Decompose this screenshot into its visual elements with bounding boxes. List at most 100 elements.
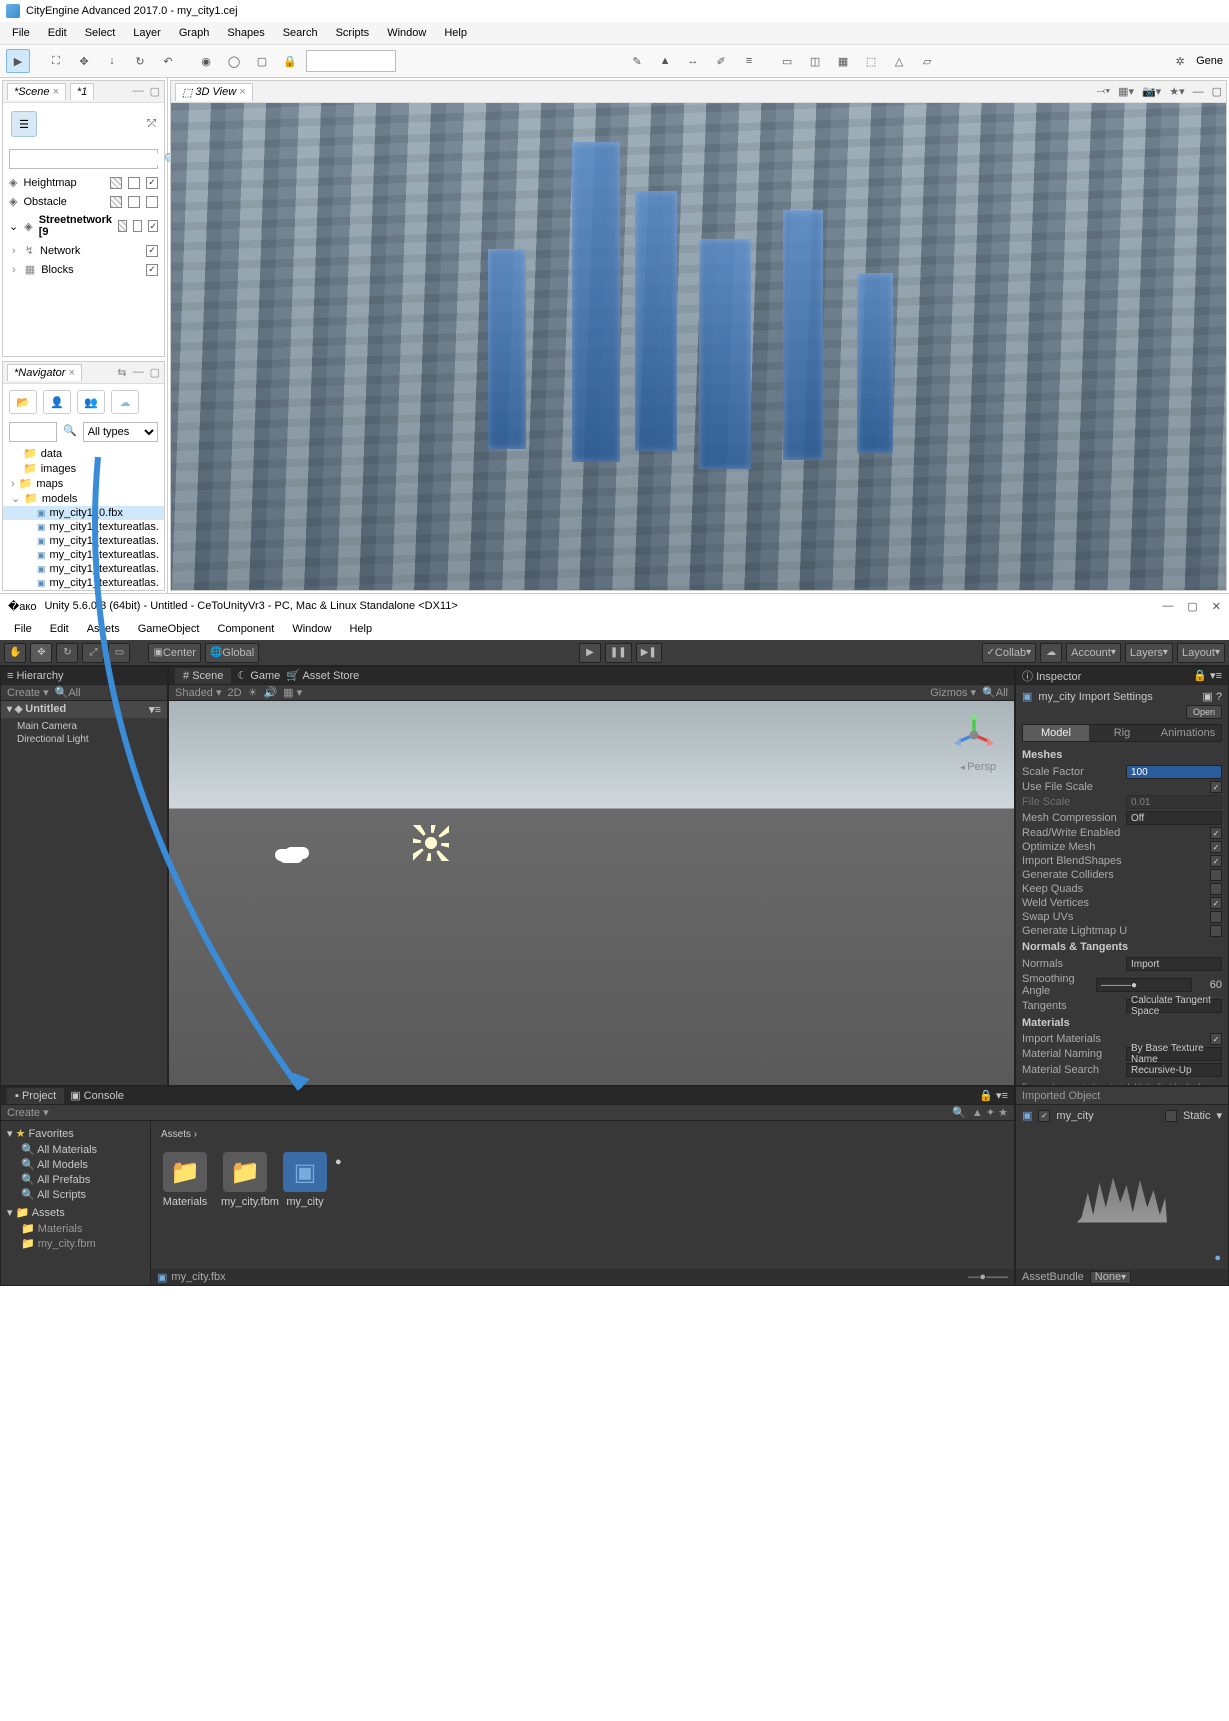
minimize-icon[interactable]: — [1162, 600, 1173, 613]
generate-icon[interactable]: ✲ [1168, 49, 1192, 73]
refresh-icon[interactable]: ● [1214, 1252, 1221, 1264]
cloud-button[interactable]: ☁ [1040, 643, 1062, 663]
gizmos-dropdown[interactable]: Gizmos ▾ [930, 686, 976, 699]
filter-icon[interactable]: ▲ ✦ ★ [972, 1106, 1008, 1119]
assets-breadcrumb[interactable]: Assets › [157, 1127, 1008, 1142]
camera-icon[interactable]: 📷▾ [1142, 85, 1161, 98]
property-checkbox[interactable] [1210, 781, 1222, 793]
nav-item[interactable]: ▣my_city1_textureatlas. [3, 548, 164, 562]
orientation-gizmo[interactable] [952, 713, 996, 757]
min-icon[interactable]: — [133, 85, 144, 98]
menu-component[interactable]: Component [209, 620, 282, 638]
favorite-item[interactable]: 🔍 All Prefabs [1, 1172, 150, 1187]
menu-select[interactable]: Select [77, 24, 124, 42]
star-icon[interactable]: ★▾ [1169, 85, 1184, 98]
asset-item[interactable]: 📁Materials [161, 1152, 209, 1208]
favorite-item[interactable]: 🔍 All Scripts [1, 1187, 150, 1202]
share-icon[interactable]: ⤱ [147, 118, 156, 131]
menu-file[interactable]: File [4, 24, 38, 42]
nav-item[interactable]: ▣my_city1_textureatlas. [3, 576, 164, 590]
property-checkbox[interactable] [1210, 897, 1222, 909]
property-value[interactable]: 100 [1126, 765, 1222, 779]
create-dropdown[interactable]: Create ▾ [7, 686, 49, 699]
lock-icon[interactable]: 🔒 [278, 49, 302, 73]
property-checkbox[interactable] [1210, 827, 1222, 839]
property-value[interactable]: Import [1126, 957, 1222, 971]
shape4-icon[interactable]: ⬚ [859, 49, 883, 73]
layer-checkbox[interactable] [110, 177, 122, 189]
pencil-icon[interactable]: ✎ [625, 49, 649, 73]
menu-help[interactable]: Help [436, 24, 475, 42]
shape1-icon[interactable]: ▭ [775, 49, 799, 73]
object-preview[interactable]: ● [1016, 1126, 1228, 1269]
property-value[interactable]: Recursive-Up [1126, 1063, 1222, 1077]
3d-viewport[interactable] [171, 103, 1226, 590]
property-value[interactable]: 0.01 [1126, 795, 1222, 809]
close-icon[interactable]: ✕ [1212, 600, 1221, 613]
min-icon[interactable]: — [133, 366, 144, 379]
nav-search-input[interactable] [9, 422, 57, 442]
collab-button[interactable]: ✓ Collab ▾ [982, 643, 1037, 663]
users-icon[interactable]: 👥 [77, 390, 105, 414]
light-toggle[interactable]: ☀ [248, 686, 258, 699]
property-slider[interactable]: ———● [1096, 978, 1192, 992]
shape5-icon[interactable]: △ [887, 49, 911, 73]
menu-edit[interactable]: Edit [42, 620, 77, 638]
sphere-icon[interactable]: ◯ [222, 49, 246, 73]
lock-icon[interactable]: 🔒 ▾≡ [979, 1089, 1008, 1102]
shape3-icon[interactable]: ▦ [831, 49, 855, 73]
scene-header[interactable]: ▾ ◈ Untitled▾≡ [1, 701, 167, 718]
hierarchy-tab[interactable]: ≡ Hierarchy [7, 670, 64, 682]
navigator-tab[interactable]: *Navigator × [7, 364, 82, 381]
size-slider[interactable]: —●—— [968, 1271, 1008, 1283]
nav-item[interactable]: ▣my_city1_textureatlas. [3, 534, 164, 548]
assets-header[interactable]: ▾ 📁 Assets [1, 1202, 150, 1221]
user-icon[interactable]: 👤 [43, 390, 71, 414]
shape6-icon[interactable]: ▱ [915, 49, 939, 73]
lock-icon[interactable]: 🔒 ▾≡ [1193, 669, 1222, 682]
hierarchy-item[interactable]: Directional Light [1, 733, 167, 746]
layer-checkbox[interactable] [146, 196, 158, 208]
property-checkbox[interactable] [1210, 883, 1222, 895]
pause-button[interactable]: ❚❚ [605, 643, 632, 663]
layers-icon[interactable]: ☰ [11, 111, 37, 137]
close-icon[interactable]: × [239, 86, 245, 98]
rotate-tool[interactable]: ↻ [56, 643, 78, 663]
property-checkbox[interactable] [1210, 925, 1222, 937]
layer-row[interactable]: › ↯Network [3, 241, 164, 260]
create-dropdown[interactable]: Create ▾ [7, 1106, 49, 1119]
layout-button[interactable]: Layout ▾ [1177, 643, 1225, 663]
hierarchy-item[interactable]: Main Camera [1, 720, 167, 733]
shaded-dropdown[interactable]: Shaded ▾ [175, 686, 222, 699]
max-icon[interactable]: ▢ [150, 85, 160, 98]
audio-toggle[interactable]: 🔊 [263, 686, 277, 699]
nav-item[interactable]: 📁data [3, 446, 164, 461]
folder-item[interactable]: 📁 my_city.fbm [1, 1236, 150, 1251]
cloud-icon[interactable]: ☁ [111, 390, 139, 414]
close-icon[interactable]: × [52, 86, 58, 98]
min-icon[interactable]: — [1193, 86, 1204, 98]
layer-checkbox[interactable] [118, 220, 127, 232]
nav-item[interactable]: ▣my_city1_textureatlas. [3, 562, 164, 576]
layers-button[interactable]: Layers ▾ [1125, 643, 1173, 663]
scene-tab[interactable]: *Scene × [7, 83, 66, 100]
proj-search[interactable]: 🔍 [952, 1106, 966, 1119]
step-button[interactable]: ▶❚ [636, 643, 662, 663]
favorite-item[interactable]: 🔍 All Materials [1, 1142, 150, 1157]
nav-item[interactable]: ▣my_city1_textureatlas. [3, 520, 164, 534]
menu-help[interactable]: Help [341, 620, 380, 638]
console-tab[interactable]: ▣ Console [70, 1089, 124, 1102]
rect-tool[interactable]: ▭ [108, 643, 130, 663]
menu-edit[interactable]: Edit [40, 24, 75, 42]
folder-item[interactable]: 📁 Materials [1, 1221, 150, 1236]
rig-tab[interactable]: Rig [1089, 725, 1155, 741]
static-checkbox[interactable] [1165, 1110, 1177, 1122]
layer-checkbox[interactable] [110, 196, 122, 208]
account-button[interactable]: Account ▾ [1066, 643, 1121, 663]
folder-open-icon[interactable]: 📂 [9, 390, 37, 414]
menu-assets[interactable]: Assets [79, 620, 128, 638]
scene-search-input[interactable] [10, 153, 160, 165]
menu-search[interactable]: Search [275, 24, 326, 42]
street-icon[interactable]: ↔ [681, 49, 705, 73]
close-icon[interactable]: × [68, 367, 74, 379]
